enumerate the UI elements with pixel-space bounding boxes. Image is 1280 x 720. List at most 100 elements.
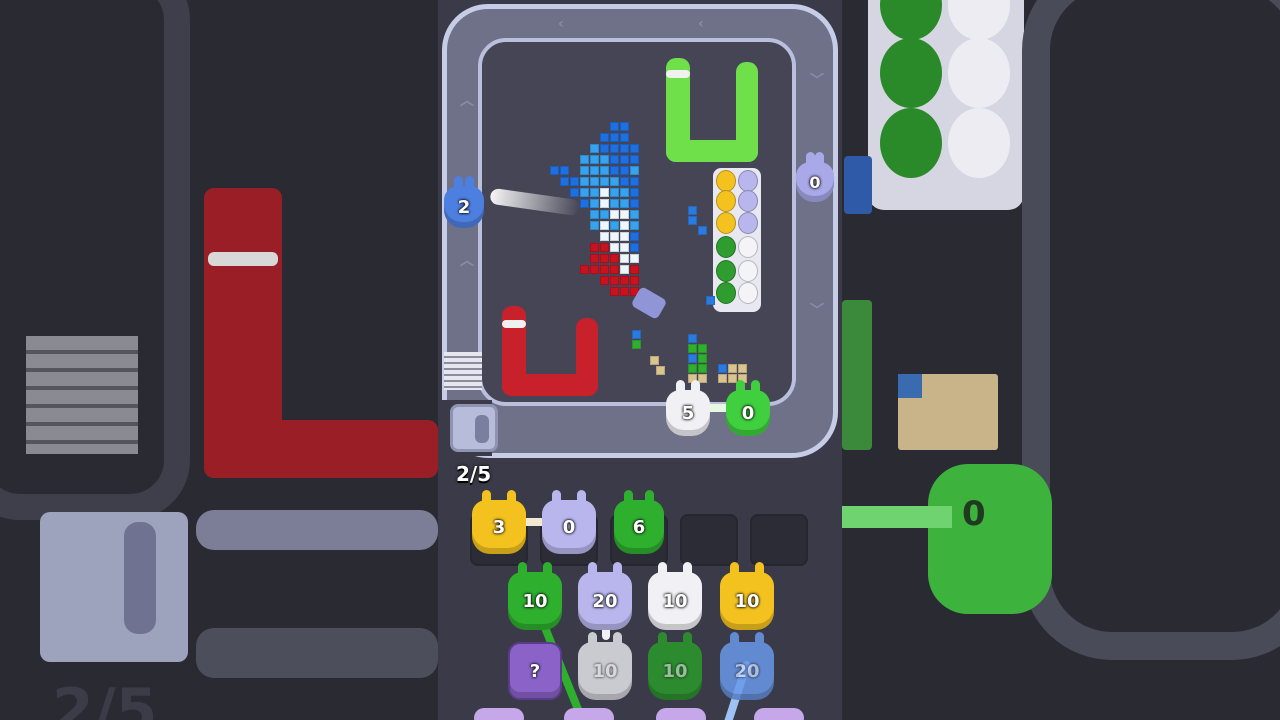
pixel	[610, 122, 619, 131]
pixel	[590, 188, 599, 197]
bunny-count: 6	[632, 516, 646, 538]
bunny-ear	[588, 632, 597, 646]
pixel	[590, 166, 599, 175]
bunny-ear	[543, 562, 552, 576]
egg	[738, 170, 758, 192]
conveyor-bunny-white[interactable]: 5	[666, 380, 710, 436]
pixel	[620, 210, 629, 219]
bunny-ear	[482, 490, 491, 504]
bunny-ear	[658, 632, 667, 646]
egg	[716, 260, 736, 282]
bunny-ear	[815, 152, 824, 166]
pixel	[610, 243, 619, 252]
pixel	[630, 265, 639, 274]
conveyor-bunny-lavender[interactable]: 0	[796, 152, 834, 202]
bunny-ear	[730, 562, 739, 576]
pixel	[590, 177, 599, 186]
queue-bunny-green[interactable]: 10	[508, 562, 562, 630]
bunny-ear	[518, 562, 527, 576]
block	[698, 354, 707, 363]
queue-bunny-white[interactable]: 10	[648, 562, 702, 630]
egg	[738, 236, 758, 258]
track-arrow-icon: ‹	[698, 16, 704, 32]
bunny-ear	[730, 632, 739, 646]
track-arrow-icon: ‹	[558, 16, 564, 32]
game-screen: ︿ ︿ ﹀ ﹀ ‹ ‹ 2 0 5 0 2/5 3 0 6 10 20 10 1…	[438, 0, 842, 720]
bunny-count: 0	[562, 516, 576, 538]
pixel	[610, 188, 619, 197]
egg	[716, 282, 736, 304]
bunny-ear	[613, 632, 622, 646]
bunny-count: 5	[681, 402, 695, 424]
bunny-count: 20	[734, 660, 760, 682]
pixel	[580, 188, 589, 197]
track-arrow-icon: ︿	[460, 93, 474, 109]
queue-bunny-white[interactable]: 10	[578, 632, 632, 700]
pixel	[600, 133, 609, 142]
egg	[738, 282, 758, 304]
slot-bunny-yellow[interactable]: 3	[472, 490, 526, 554]
pixel	[560, 177, 569, 186]
queue-next-peek	[754, 708, 804, 720]
pixel	[630, 276, 639, 285]
pixel	[620, 221, 629, 230]
block	[688, 216, 697, 225]
bg-zero-text: 0	[962, 494, 986, 534]
pixel	[620, 287, 629, 296]
egg	[738, 260, 758, 282]
pixel	[580, 166, 589, 175]
pixel	[600, 243, 609, 252]
holding-slot-empty[interactable]	[750, 514, 808, 566]
bg-egg	[880, 38, 942, 108]
bunny-ear	[645, 490, 654, 504]
block	[632, 340, 641, 349]
pixel	[560, 166, 569, 175]
block	[650, 356, 659, 365]
queue-bunny-green[interactable]: 10	[648, 632, 702, 700]
queue-bunny-mystery[interactable]: ?	[508, 642, 562, 700]
conveyor-bunny-blue[interactable]: 2	[444, 176, 484, 228]
pixel	[570, 177, 579, 186]
block	[738, 364, 747, 373]
pixel	[610, 144, 619, 153]
pixel	[580, 199, 589, 208]
pixel	[600, 144, 609, 153]
bg-track	[1022, 0, 1280, 660]
pixel	[600, 210, 609, 219]
track-arrow-icon: ﹀	[810, 73, 824, 89]
bunny-count: 0	[741, 402, 755, 424]
pixel	[590, 243, 599, 252]
track-vent	[444, 352, 482, 390]
pixel	[620, 276, 629, 285]
egg	[716, 236, 736, 258]
pixel	[620, 188, 629, 197]
pixel	[630, 177, 639, 186]
pixel	[620, 177, 629, 186]
bunny-count: ?	[529, 660, 541, 682]
bg-launcher	[40, 512, 188, 662]
slot-bunny-lavender[interactable]: 0	[542, 490, 596, 554]
pixel	[630, 210, 639, 219]
pixel	[620, 122, 629, 131]
block	[698, 226, 707, 235]
queue-bunny-blue[interactable]: 20	[720, 632, 774, 700]
bunny-ear	[658, 562, 667, 576]
bunny-count: 20	[592, 590, 618, 612]
track-arrow-icon: ︿	[460, 253, 474, 269]
pixel	[610, 133, 619, 142]
pixel	[610, 177, 619, 186]
pixel	[610, 287, 619, 296]
launcher[interactable]	[450, 404, 498, 452]
queue-bunny-lavender[interactable]: 20	[578, 562, 632, 630]
pixel	[620, 265, 629, 274]
bunny-ear	[454, 176, 463, 190]
bg-link-bar	[842, 506, 952, 528]
pixel	[610, 254, 619, 263]
pipe-cap	[666, 70, 690, 78]
holding-slot-empty[interactable]	[680, 514, 738, 566]
conveyor-bunny-green[interactable]: 0	[726, 380, 770, 436]
slot-bunny-green[interactable]: 6	[614, 490, 664, 554]
bg-egg	[948, 38, 1010, 108]
queue-bunny-yellow[interactable]: 10	[720, 562, 774, 630]
pixel	[610, 276, 619, 285]
